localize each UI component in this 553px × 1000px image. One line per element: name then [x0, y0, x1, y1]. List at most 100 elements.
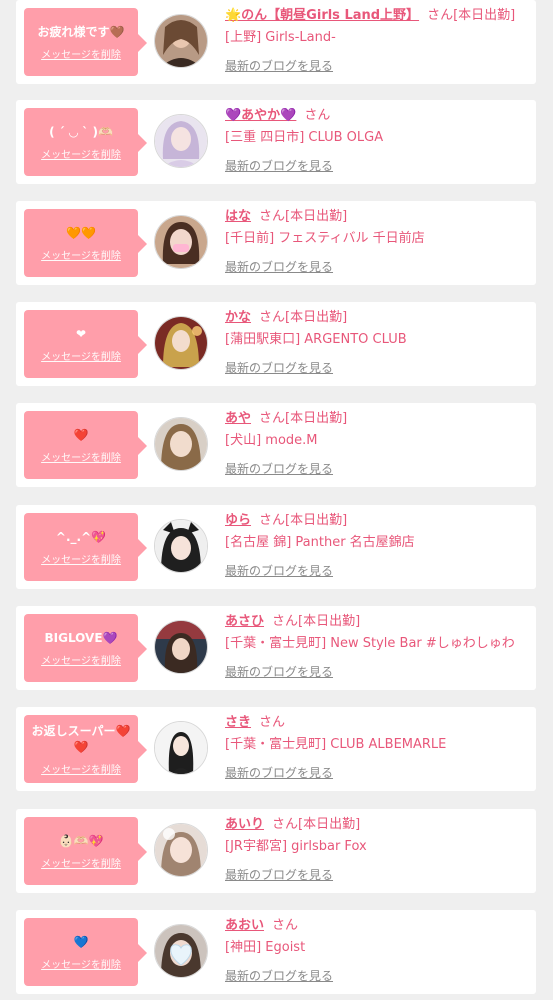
avatar[interactable]: [154, 519, 208, 573]
cast-info: 🌟のん【朝昼Girls Land上野】 さん[本日出勤] [上野] Girls-L…: [225, 6, 530, 75]
avatar[interactable]: [154, 215, 208, 269]
delete-message-link[interactable]: メッセージを削除: [41, 348, 121, 363]
shop-name: [名古屋 錦] Panther 名古屋錦店: [225, 535, 415, 550]
shop-name: [千日前] フェスティバル 千日前店: [225, 231, 425, 246]
message-bubble: ❤️ メッセージを削除: [24, 411, 147, 479]
shop-name: [蒲田駅東口] ARGENTO CLUB: [225, 332, 407, 347]
delete-message-link[interactable]: メッセージを削除: [41, 46, 121, 61]
message-text: 💙: [73, 934, 89, 949]
message-bubble: ❤︎ メッセージを削除: [24, 310, 147, 378]
delete-message-link[interactable]: メッセージを削除: [41, 652, 121, 667]
latest-blog-link[interactable]: 最新のブログを見る: [225, 866, 530, 884]
work-status: [本日出勤]: [285, 310, 348, 325]
message-text: ❤️: [73, 427, 89, 442]
message-text: 🧡🧡: [66, 225, 96, 240]
message-bubble: お疲れ様です🤎 メッセージを削除: [24, 8, 147, 76]
message-text: お疲れ様です🤎: [37, 24, 125, 39]
latest-blog-link[interactable]: 最新のブログを見る: [225, 663, 530, 681]
cast-info: あおい さん [神田] Egoist 最新のブログを見る: [225, 916, 530, 985]
cast-name-link[interactable]: あおい: [225, 918, 264, 933]
message-text: ❤︎: [75, 326, 87, 341]
cast-info: あさひ さん[本日出勤] [千葉・富士見町] New Style Bar #しゅわ…: [225, 612, 530, 681]
honorific: さん: [272, 918, 299, 933]
honorific: さん: [259, 411, 286, 426]
avatar[interactable]: [154, 924, 208, 978]
work-status: [本日出勤]: [298, 817, 361, 832]
message-bubble: 🧡🧡 メッセージを削除: [24, 209, 147, 277]
avatar[interactable]: [154, 417, 208, 471]
cast-name-link[interactable]: ゆら: [225, 513, 251, 528]
message-text: ^._.^💖: [55, 529, 107, 544]
cast-info: あいり さん[本日出勤] [JR宇都宮] girlsbar Fox 最新のブログを…: [225, 815, 530, 884]
latest-blog-link[interactable]: 最新のブログを見る: [225, 359, 530, 377]
work-status: [本日出勤]: [298, 614, 361, 629]
cast-name-link[interactable]: はな: [225, 209, 251, 224]
cast-info: 💜あやか💜 さん [三重 四日市] CLUB OLGA 最新のブログを見る: [225, 106, 530, 175]
cast-info: かな さん[本日出勤] [蒲田駅東口] ARGENTO CLUB 最新のブログを見…: [225, 308, 530, 377]
delete-message-link[interactable]: メッセージを削除: [41, 449, 121, 464]
shop-name: [三重 四日市] CLUB OLGA: [225, 130, 384, 145]
list-item: 🧡🧡 メッセージを削除 はな さん[本日出勤] [千日前] フェスティバル 千日前…: [16, 201, 536, 285]
message-list: お疲れ様です🤎 メッセージを削除 🌟のん【朝昼Girls Land上野】 さん[本…: [0, 0, 553, 1000]
cast-info: さき さん [千葉・富士見町] CLUB ALBEMARLE 最新のブログを見る: [225, 713, 530, 782]
avatar[interactable]: [154, 620, 208, 674]
cast-info: あや さん[本日出勤] [犬山] mode.M 最新のブログを見る: [225, 409, 530, 478]
shop-name: [千葉・富士見町] CLUB ALBEMARLE: [225, 737, 447, 752]
list-item: ❤️ メッセージを削除 あや さん[本日出勤] [犬山] mode.M 最新のブロ…: [16, 403, 536, 487]
cast-name-link[interactable]: かな: [225, 310, 251, 325]
honorific: さん: [272, 614, 299, 629]
message-text: ( ´ ◡ ` )🫶🏻: [49, 124, 113, 139]
latest-blog-link[interactable]: 最新のブログを見る: [225, 562, 530, 580]
delete-message-link[interactable]: メッセージを削除: [41, 956, 121, 971]
message-text: BIGLOVE💜: [44, 630, 118, 645]
latest-blog-link[interactable]: 最新のブログを見る: [225, 157, 530, 175]
avatar[interactable]: [154, 114, 208, 168]
cast-name-link[interactable]: 🌟のん【朝昼Girls Land上野】: [225, 8, 419, 23]
list-item: ^._.^💖 メッセージを削除 ゆら さん[本日出勤] [名古屋 錦] Panth…: [16, 505, 536, 589]
avatar[interactable]: [154, 316, 208, 370]
delete-message-link[interactable]: メッセージを削除: [41, 551, 121, 566]
honorific: さん: [259, 310, 286, 325]
shop-name: [JR宇都宮] girlsbar Fox: [225, 839, 367, 854]
latest-blog-link[interactable]: 最新のブログを見る: [225, 460, 530, 478]
honorific: さん: [272, 817, 299, 832]
message-bubble: BIGLOVE💜 メッセージを削除: [24, 614, 147, 682]
latest-blog-link[interactable]: 最新のブログを見る: [225, 764, 530, 782]
message-text: お返しスーパー❤️❤️: [31, 723, 131, 754]
delete-message-link[interactable]: メッセージを削除: [41, 855, 121, 870]
cast-name-link[interactable]: あや: [225, 411, 251, 426]
cast-info: ゆら さん[本日出勤] [名古屋 錦] Panther 名古屋錦店 最新のブログを…: [225, 511, 530, 580]
avatar[interactable]: [154, 823, 208, 877]
work-status: [本日出勤]: [285, 513, 348, 528]
list-item: お返しスーパー❤️❤️ メッセージを削除 さき さん [千葉・富士見町] CLUB…: [16, 707, 536, 791]
latest-blog-link[interactable]: 最新のブログを見る: [225, 258, 530, 276]
delete-message-link[interactable]: メッセージを削除: [41, 761, 121, 776]
delete-message-link[interactable]: メッセージを削除: [41, 146, 121, 161]
message-bubble: 💙 メッセージを削除: [24, 918, 147, 986]
honorific: さん: [259, 513, 286, 528]
message-bubble: 👶🏻🫶🏻💖 メッセージを削除: [24, 817, 147, 885]
list-item: 👶🏻🫶🏻💖 メッセージを削除 あいり さん[本日出勤] [JR宇都宮] girls…: [16, 809, 536, 893]
work-status: [本日出勤]: [285, 209, 348, 224]
delete-message-link[interactable]: メッセージを削除: [41, 247, 121, 262]
cast-name-link[interactable]: あさひ: [225, 614, 264, 629]
message-text: 👶🏻🫶🏻💖: [58, 833, 104, 848]
cast-info: はな さん[本日出勤] [千日前] フェスティバル 千日前店 最新のブログを見る: [225, 207, 530, 276]
cast-name-link[interactable]: 💜あやか💜: [225, 108, 296, 123]
avatar[interactable]: [154, 14, 208, 68]
latest-blog-link[interactable]: 最新のブログを見る: [225, 967, 530, 985]
shop-name: [神田] Egoist: [225, 940, 306, 955]
latest-blog-link[interactable]: 最新のブログを見る: [225, 57, 530, 75]
shop-name: [犬山] mode.M: [225, 433, 318, 448]
avatar[interactable]: [154, 721, 208, 775]
cast-name-link[interactable]: あいり: [225, 817, 264, 832]
list-item: 💙 メッセージを削除 あおい さん [神田] Egoist 最新のブログを見る: [16, 910, 536, 994]
list-item: ❤︎ メッセージを削除 かな さん[本日出勤] [蒲田駅東口] ARGENTO C…: [16, 302, 536, 386]
shop-name: [上野] Girls-Land-: [225, 30, 336, 45]
list-item: BIGLOVE💜 メッセージを削除 あさひ さん[本日出勤] [千葉・富士見町] …: [16, 606, 536, 690]
work-status: [本日出勤]: [285, 411, 348, 426]
list-item: ( ´ ◡ ` )🫶🏻 メッセージを削除 💜あやか💜 さん [三重 四日市] CL…: [16, 100, 536, 184]
honorific: さん: [259, 209, 286, 224]
list-item: お疲れ様です🤎 メッセージを削除 🌟のん【朝昼Girls Land上野】 さん[本…: [16, 0, 536, 84]
cast-name-link[interactable]: さき: [225, 715, 251, 730]
